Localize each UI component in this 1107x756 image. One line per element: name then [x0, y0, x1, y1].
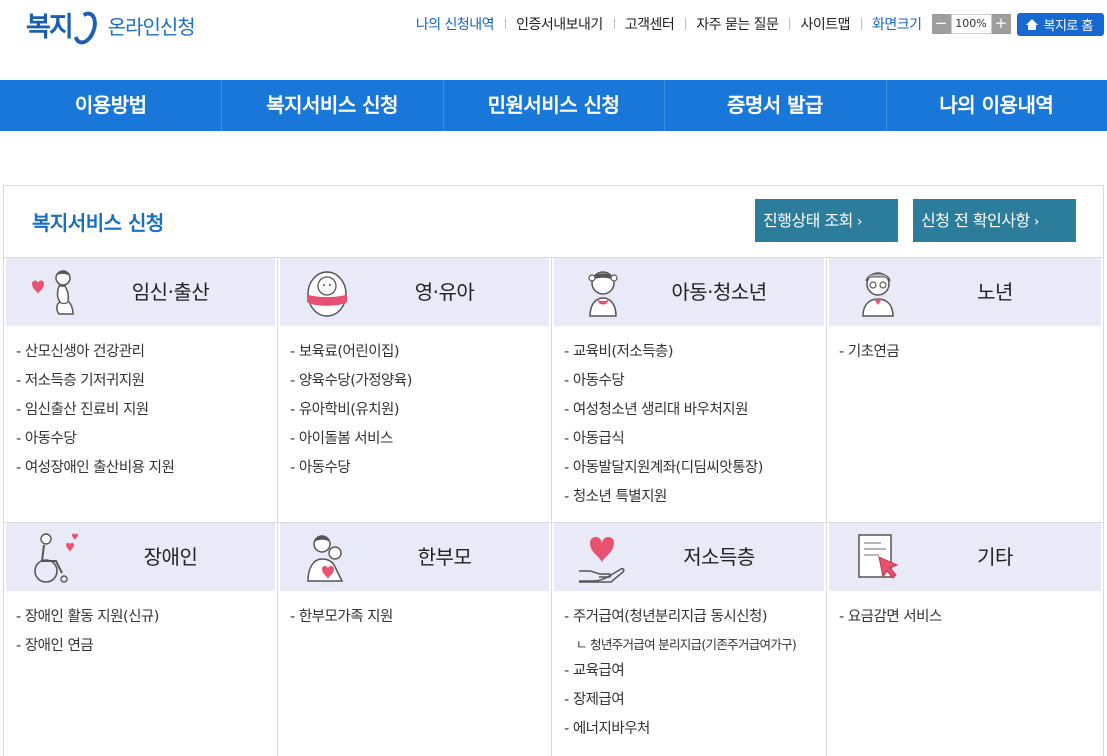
list-item[interactable]: - 요금감면 서비스: [839, 603, 1103, 632]
list-item[interactable]: - 보육료(어린이집): [290, 338, 551, 367]
pre-check-label: 신청 전 확인사항: [921, 211, 1030, 230]
list-item[interactable]: - 저소득층 기저귀지원: [16, 367, 277, 396]
category-infant: 영·유아 - 보육료(어린이집) - 양육수당(가정양육) - 유아학비(유치원…: [278, 257, 552, 522]
list-item[interactable]: - 청소년 특별지원: [564, 483, 826, 512]
list-item[interactable]: - 유아학비(유치원): [290, 396, 551, 425]
list-item[interactable]: - 아동수당: [16, 425, 277, 454]
list-item[interactable]: - 아동발달지원계좌(디딤씨앗통장): [564, 454, 826, 483]
list-sub-item[interactable]: ㄴ 청년주거급여 분리지급(기존주거급여가구): [564, 632, 826, 657]
list-item[interactable]: - 주거급여(청년분리지급 동시신청): [564, 603, 826, 632]
nav-item-certificate[interactable]: 증명서 발급: [664, 80, 885, 131]
category-elderly: 노년 - 기초연금: [827, 257, 1103, 522]
logo-mark: 복지: [26, 5, 101, 48]
util-link-faq[interactable]: 자주 묻는 질문: [685, 14, 789, 34]
list-item[interactable]: - 아이돌봄 서비스: [290, 425, 551, 454]
list-item[interactable]: - 한부모가족 지원: [290, 603, 551, 632]
home-button[interactable]: 복지로 홈: [1016, 12, 1104, 36]
welfare-panel: 복지서비스 신청 진행상태 조회 › 신청 전 확인사항 › 임신·출산 - 산모: [3, 185, 1104, 756]
logo-swoosh-icon: [68, 8, 101, 48]
list-item[interactable]: - 산모신생아 건강관리: [16, 338, 277, 367]
zoom-label: 화면크기: [860, 14, 932, 34]
chevron-right-icon: ›: [1033, 214, 1040, 230]
chevron-right-icon: ›: [856, 214, 863, 230]
zoom-in-button[interactable]: +: [991, 14, 1011, 34]
category-list: - 교육비(저소득층) - 아동수당 - 여성청소년 생리대 바우처지원 - 아…: [552, 326, 826, 512]
category-name: 영·유아: [414, 280, 475, 304]
list-item[interactable]: - 임신출산 진료비 지원: [16, 396, 277, 425]
category-list: - 산모신생아 건강관리 - 저소득층 기저귀지원 - 임신출산 진료비 지원 …: [4, 326, 277, 483]
nav-item-civil-service[interactable]: 민원서비스 신청: [442, 80, 664, 131]
list-item[interactable]: - 장제급여: [564, 686, 826, 715]
list-item[interactable]: - 기초연금: [839, 338, 1103, 367]
category-name: 기타: [977, 545, 1013, 569]
category-list: - 주거급여(청년분리지급 동시신청) ㄴ 청년주거급여 분리지급(기존주거급여…: [552, 591, 826, 744]
category-list: - 장애인 활동 지원(신규) - 장애인 연금: [4, 591, 277, 661]
list-item[interactable]: - 에너지바우처: [564, 715, 826, 744]
category-header[interactable]: 영·유아: [280, 258, 549, 326]
category-name: 아동·청소년: [671, 280, 767, 304]
category-header[interactable]: 기타: [829, 523, 1101, 591]
category-grid: 임신·출산 - 산모신생아 건강관리 - 저소득층 기저귀지원 - 임신출산 진…: [4, 257, 1103, 756]
list-item[interactable]: - 양육수당(가정양육): [290, 367, 551, 396]
main-nav: 이용방법 복지서비스 신청 민원서비스 신청 증명서 발급 나의 이용내역: [0, 80, 1107, 131]
category-list: - 보육료(어린이집) - 양육수당(가정양육) - 유아학비(유치원) - 아…: [278, 326, 551, 483]
util-link-my-applications[interactable]: 나의 신청내역: [405, 14, 505, 34]
zoom-out-button[interactable]: −: [931, 14, 951, 34]
category-header[interactable]: 저소득층: [554, 523, 824, 591]
category-etc: 기타 - 요금감면 서비스: [827, 522, 1103, 756]
header: 복지 온라인신청 나의 신청내역 인증서내보내기 고객센터 자주 묻는 질문 사…: [0, 0, 1107, 80]
category-name: 노년: [977, 280, 1013, 304]
status-inquiry-label: 진행상태 조회: [763, 211, 853, 230]
category-list: - 기초연금: [827, 326, 1103, 367]
util-link-export-certificate[interactable]: 인증서내보내기: [505, 14, 614, 34]
nav-item-welfare-application[interactable]: 복지서비스 신청: [221, 80, 442, 131]
logo-mark-text: 복지: [26, 11, 74, 43]
category-name: 장애인: [143, 545, 198, 569]
util-link-sitemap[interactable]: 사이트맵: [789, 14, 861, 34]
category-header[interactable]: 임신·출산: [6, 258, 275, 326]
category-name: 저소득층: [683, 545, 755, 569]
list-item[interactable]: - 장애인 활동 지원(신규): [16, 603, 277, 632]
panel-title: 복지서비스 신청: [32, 211, 164, 235]
category-list: - 요금감면 서비스: [827, 591, 1103, 632]
zoom-control: − 100% +: [931, 14, 1011, 34]
category-header[interactable]: 노년: [829, 258, 1101, 326]
list-item[interactable]: - 아동수당: [290, 454, 551, 483]
logo[interactable]: 복지 온라인신청: [26, 2, 196, 48]
category-low-income: 저소득층 - 주거급여(청년분리지급 동시신청) ㄴ 청년주거급여 분리지급(기…: [552, 522, 827, 756]
category-pregnancy: 임신·출산 - 산모신생아 건강관리 - 저소득층 기저귀지원 - 임신출산 진…: [4, 257, 278, 522]
status-inquiry-button[interactable]: 진행상태 조회 ›: [755, 199, 898, 242]
category-header[interactable]: 장애인: [6, 523, 275, 591]
category-list: - 한부모가족 지원: [278, 591, 551, 632]
home-icon: [1025, 18, 1038, 30]
list-item[interactable]: - 아동급식: [564, 425, 826, 454]
pre-check-button[interactable]: 신청 전 확인사항 ›: [913, 199, 1076, 242]
utility-bar: 나의 신청내역 인증서내보내기 고객센터 자주 묻는 질문 사이트맵 화면크기 …: [405, 12, 1104, 36]
category-name: 임신·출산: [131, 280, 210, 304]
category-single-parent: 한부모 - 한부모가족 지원: [278, 522, 552, 756]
category-youth: 아동·청소년 - 교육비(저소득층) - 아동수당 - 여성청소년 생리대 바우…: [552, 257, 827, 522]
zoom-value: 100%: [950, 14, 992, 34]
list-item[interactable]: - 여성청소년 생리대 바우처지원: [564, 396, 826, 425]
nav-item-how-to-use[interactable]: 이용방법: [0, 80, 221, 131]
list-item[interactable]: - 여성장애인 출산비용 지원: [16, 454, 277, 483]
category-header[interactable]: 아동·청소년: [554, 258, 824, 326]
list-item[interactable]: - 교육비(저소득층): [564, 338, 826, 367]
list-item[interactable]: - 교육급여: [564, 657, 826, 686]
home-button-label: 복지로 홈: [1043, 18, 1094, 34]
category-header[interactable]: 한부모: [280, 523, 549, 591]
category-disabled: 장애인 - 장애인 활동 지원(신규) - 장애인 연금: [4, 522, 278, 756]
logo-subtitle: 온라인신청: [107, 14, 196, 39]
util-link-customer-center[interactable]: 고객센터: [613, 14, 686, 34]
list-item[interactable]: - 장애인 연금: [16, 632, 277, 661]
nav-item-my-history[interactable]: 나의 이용내역: [885, 80, 1107, 131]
category-name: 한부모: [417, 545, 472, 569]
list-item[interactable]: - 아동수당: [564, 367, 826, 396]
